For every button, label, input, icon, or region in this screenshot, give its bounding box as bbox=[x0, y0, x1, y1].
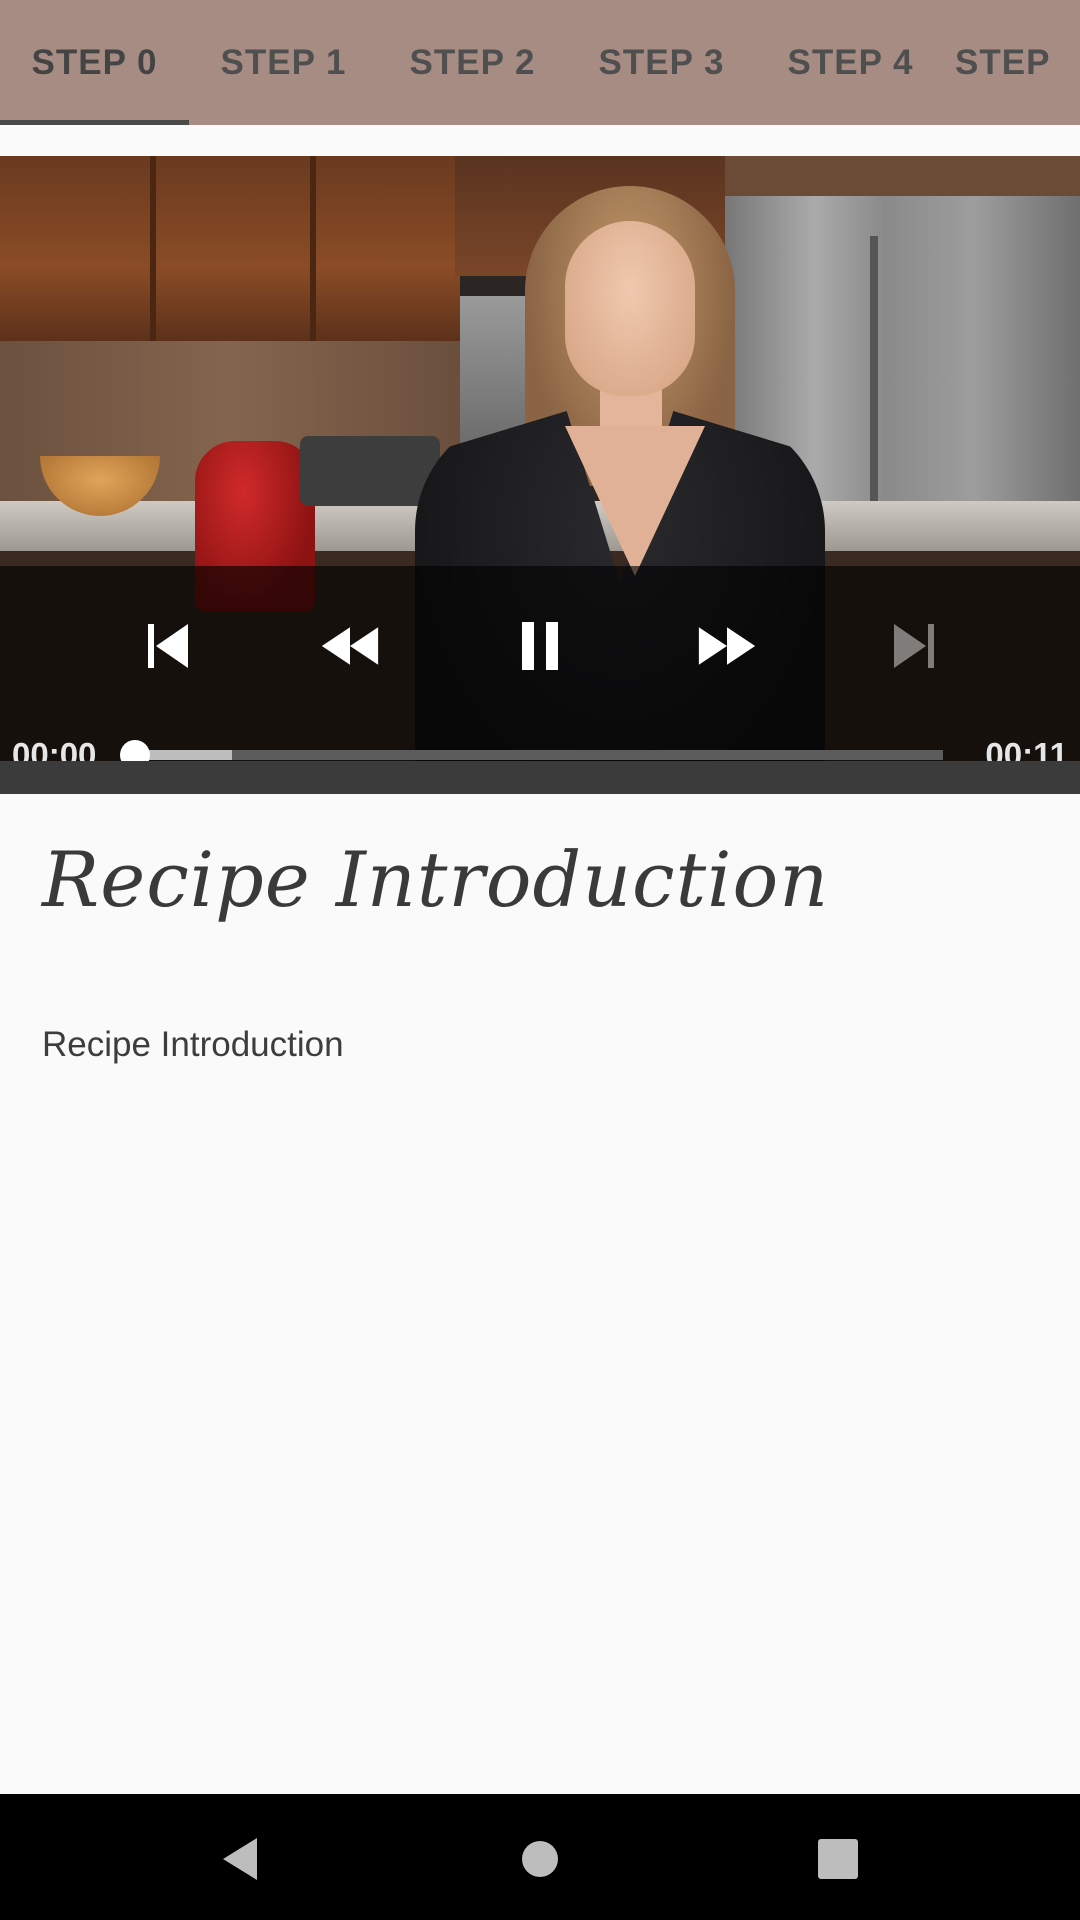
rewind-icon[interactable] bbox=[320, 616, 380, 676]
tab-step-5[interactable]: STEP bbox=[945, 0, 1080, 125]
tab-step-2[interactable]: STEP 2 bbox=[378, 0, 567, 125]
seek-bar[interactable] bbox=[135, 750, 943, 760]
tab-step-4[interactable]: STEP 4 bbox=[756, 0, 945, 125]
video-player[interactable]: 00:00 00:11 bbox=[0, 156, 1080, 794]
skip-next-icon[interactable] bbox=[884, 616, 944, 676]
back-icon[interactable] bbox=[205, 1824, 275, 1894]
skip-previous-icon[interactable] bbox=[138, 616, 198, 676]
step-tabs: STEP 0 STEP 1 STEP 2 STEP 3 STEP 4 STEP bbox=[0, 0, 1080, 125]
pause-icon[interactable] bbox=[510, 616, 570, 676]
step-description: Recipe Introduction bbox=[42, 1025, 344, 1064]
fast-forward-icon[interactable] bbox=[697, 616, 757, 676]
playback-controls: 00:00 00:11 bbox=[0, 566, 1080, 794]
video-background bbox=[0, 156, 460, 341]
system-nav-bar bbox=[0, 1794, 1080, 1920]
home-icon[interactable] bbox=[505, 1824, 575, 1894]
step-title: Recipe Introduction bbox=[42, 835, 830, 924]
tab-step-3[interactable]: STEP 3 bbox=[567, 0, 756, 125]
tab-step-1[interactable]: STEP 1 bbox=[189, 0, 378, 125]
step-tab-bar: STEP 0 STEP 1 STEP 2 STEP 3 STEP 4 STEP bbox=[0, 0, 1080, 125]
tab-step-0[interactable]: STEP 0 bbox=[0, 0, 189, 125]
recents-icon[interactable] bbox=[803, 1824, 873, 1894]
